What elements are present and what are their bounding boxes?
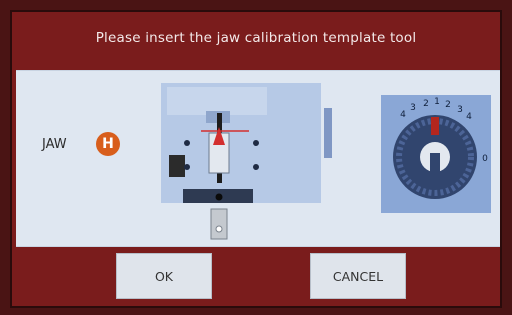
screw-hole (253, 140, 259, 146)
illustration-panel: JAW H 4 3 2 1 2 3 4 0 (16, 70, 500, 247)
dial-scale-label: 4 (466, 112, 472, 122)
left-handle (169, 155, 185, 177)
adjustment-dial: 4 3 2 1 2 3 4 0 (381, 95, 491, 213)
dial-scale-label: 3 (457, 105, 463, 115)
screw-hole (253, 164, 259, 170)
dial-pointer (431, 117, 439, 135)
side-clamp (324, 108, 332, 158)
screw-hole (184, 140, 190, 146)
dial-scale-label: 2 (423, 99, 429, 109)
dial-keyway (430, 153, 440, 173)
dial-scale-label: 4 (400, 110, 406, 120)
calibration-screen: Please insert the jaw calibration templa… (10, 10, 502, 308)
handle-hole (215, 225, 223, 233)
template-tool-handle (210, 208, 228, 240)
jaw-label: JAW (42, 137, 67, 152)
instruction-title: Please insert the jaw calibration templa… (95, 30, 417, 46)
dial-scale-label: 3 (410, 103, 416, 113)
dial-scale-label: 2 (445, 100, 451, 110)
housing-upper-recess (167, 87, 267, 115)
screw-hole (184, 164, 190, 170)
ok-button[interactable]: OK (116, 253, 212, 299)
cancel-button[interactable]: CANCEL (310, 253, 406, 299)
dial-scale-label: 1 (434, 97, 440, 107)
jaw-type-badge: H (96, 132, 120, 156)
dial-zero-label: 0 (482, 154, 488, 164)
base-pivot (215, 193, 223, 201)
jaw-calibration-diagram (161, 83, 332, 240)
